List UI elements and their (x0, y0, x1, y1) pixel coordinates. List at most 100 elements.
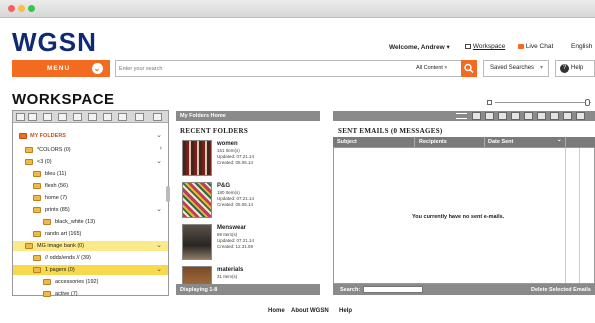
folder-thumbnail[interactable] (182, 224, 212, 260)
welcome-menu[interactable]: Welcome, Andrew ▾ (389, 43, 450, 51)
column-header-subject[interactable]: Subject (337, 139, 357, 145)
recent-folder-count: 89 Item(s) (217, 232, 238, 237)
recent-folders-header[interactable]: My Folders Home (176, 111, 320, 121)
search-input[interactable] (119, 63, 389, 74)
folder-item[interactable]: bleu (11) (13, 169, 168, 179)
column-divider (414, 137, 415, 147)
workspace-link[interactable]: Workspace (465, 43, 505, 50)
list-view-icon[interactable] (135, 113, 144, 121)
chevron-down-icon[interactable]: ⌄ (156, 131, 162, 139)
copy-icon[interactable] (73, 113, 82, 121)
recent-folder-name[interactable]: women (217, 141, 238, 147)
folder-label: prints (85) (45, 206, 70, 213)
folder-item[interactable]: black_white (13) (13, 217, 168, 227)
folder-panel-scrollbar[interactable] (166, 186, 170, 202)
folder-thumbnail[interactable] (182, 182, 212, 218)
recent-folder-name[interactable]: materials (217, 267, 243, 273)
export-icon[interactable] (103, 113, 112, 121)
email-search-input[interactable] (363, 286, 423, 293)
folder-item[interactable]: flesh (56) (13, 181, 168, 191)
upload-icon[interactable] (28, 113, 37, 121)
settings-icon[interactable] (498, 112, 507, 120)
folder-item[interactable]: active (7) (13, 289, 168, 299)
saved-searches-dropdown[interactable]: Saved Searches ▾ (483, 60, 549, 77)
folder-thumbnail[interactable] (182, 266, 212, 284)
column-divider (484, 137, 485, 147)
my-folders-home-link[interactable]: My Folders Home (180, 113, 226, 119)
chevron-down-icon[interactable]: ⌄ (557, 137, 562, 143)
zoom-handle[interactable] (585, 99, 590, 106)
print-icon[interactable] (43, 113, 52, 121)
recent-folder-item[interactable]: Menswear 89 Item(s) Updated: 07.21.14 Cr… (176, 222, 320, 262)
export-icon[interactable] (550, 112, 559, 120)
content-scope-select[interactable]: All Content ▾ (416, 65, 447, 71)
email-icon[interactable] (118, 113, 127, 121)
folder-label: black_white (13) (55, 218, 96, 225)
folder-item[interactable]: home (7) (13, 193, 168, 203)
move-icon[interactable] (88, 113, 97, 121)
folder-icon (25, 243, 33, 249)
zoom-out-icon[interactable] (487, 100, 492, 105)
delete-icon[interactable] (153, 113, 162, 121)
list-view-icon[interactable] (456, 113, 467, 119)
recent-folder-item[interactable]: women 151 Item(s) Updated: 07.21.14 Crea… (176, 138, 320, 178)
chevron-down-icon[interactable]: ⌄ (156, 265, 162, 273)
delete-selected-emails-button[interactable]: Delete Selected Emails (531, 287, 591, 293)
footer-link-help[interactable]: Help (339, 308, 352, 314)
zoom-window-icon[interactable] (28, 5, 35, 12)
folder-thumbnail[interactable] (182, 140, 212, 176)
email-icon[interactable] (524, 112, 533, 120)
folder-icon (43, 279, 51, 285)
folder-item[interactable]: <3 (0) ⌄ (13, 157, 168, 167)
folder-item-selected[interactable]: MG image bank (0) ⌄ (13, 241, 168, 251)
close-icon[interactable] (576, 112, 585, 120)
folder-item[interactable]: rando art (165) (13, 229, 168, 239)
live-chat-label: Live Chat (525, 43, 554, 50)
recent-folder-created: Created: 12.31.69 (217, 244, 254, 249)
folder-item[interactable]: // odds/ends // (39) (13, 253, 168, 263)
footer-link-home[interactable]: Home (268, 308, 285, 314)
brand-logo[interactable]: WGSN (12, 27, 97, 58)
folder-label: MG image bank (0) (37, 242, 85, 249)
folder-root[interactable]: MY FOLDERS ⌄ (13, 131, 168, 141)
help-dropdown[interactable]: ? Help (555, 60, 595, 77)
recent-folder-name[interactable]: P&G (217, 183, 230, 189)
chevron-down-icon[interactable]: ⌄ (156, 205, 162, 213)
column-divider (565, 137, 566, 147)
language-select[interactable]: English (571, 43, 592, 50)
chevron-right-icon[interactable]: › (160, 145, 162, 152)
folder-item[interactable]: prints (85) ⌄ (13, 205, 168, 215)
live-chat-link[interactable]: Live Chat (518, 43, 553, 50)
folder-item[interactable]: *COLORS (0) › (13, 145, 168, 155)
refresh-icon[interactable] (485, 112, 494, 120)
close-window-icon[interactable] (8, 5, 15, 12)
search-button[interactable] (461, 60, 477, 77)
zoom-slider[interactable] (487, 99, 595, 107)
recent-folder-item[interactable]: P&G 180 Item(s) Updated: 07.21.14 Create… (176, 180, 320, 220)
footer-link-about[interactable]: About WGSN (291, 308, 329, 314)
folder-item-active[interactable]: 1 pagers (0) ⌄ (13, 265, 168, 275)
minimize-window-icon[interactable] (18, 5, 25, 12)
folder-item[interactable]: accessories (192) (13, 277, 168, 287)
recent-folder-item[interactable]: materials 31 Item(s) (176, 264, 320, 284)
menu-button[interactable]: MENU ⌄ (12, 60, 110, 77)
recent-folder-count: 31 Item(s) (217, 274, 238, 279)
share-icon[interactable] (58, 113, 67, 121)
column-header-recipients[interactable]: Recipients (419, 139, 447, 145)
welcome-text: Welcome, Andrew (389, 44, 445, 51)
folder-icon (19, 133, 27, 139)
chevron-down-icon[interactable]: ⌄ (156, 241, 162, 249)
folder-label: <3 (0) (37, 158, 52, 165)
expand-icon[interactable] (563, 112, 572, 120)
folder-label: rando art (165) (45, 230, 82, 237)
grid-view-icon[interactable] (472, 112, 481, 120)
download-icon[interactable] (537, 112, 546, 120)
column-header-date-sent[interactable]: Date Sent (488, 139, 513, 145)
window-titlebar (0, 0, 595, 18)
recent-folders-footer: Displaying 1-8 (176, 284, 320, 295)
recent-folder-name[interactable]: Menswear (217, 225, 246, 231)
print-icon[interactable] (511, 112, 520, 120)
chevron-down-icon[interactable]: ⌄ (156, 157, 162, 165)
new-folder-icon[interactable] (16, 113, 25, 121)
folder-icon (33, 195, 41, 201)
